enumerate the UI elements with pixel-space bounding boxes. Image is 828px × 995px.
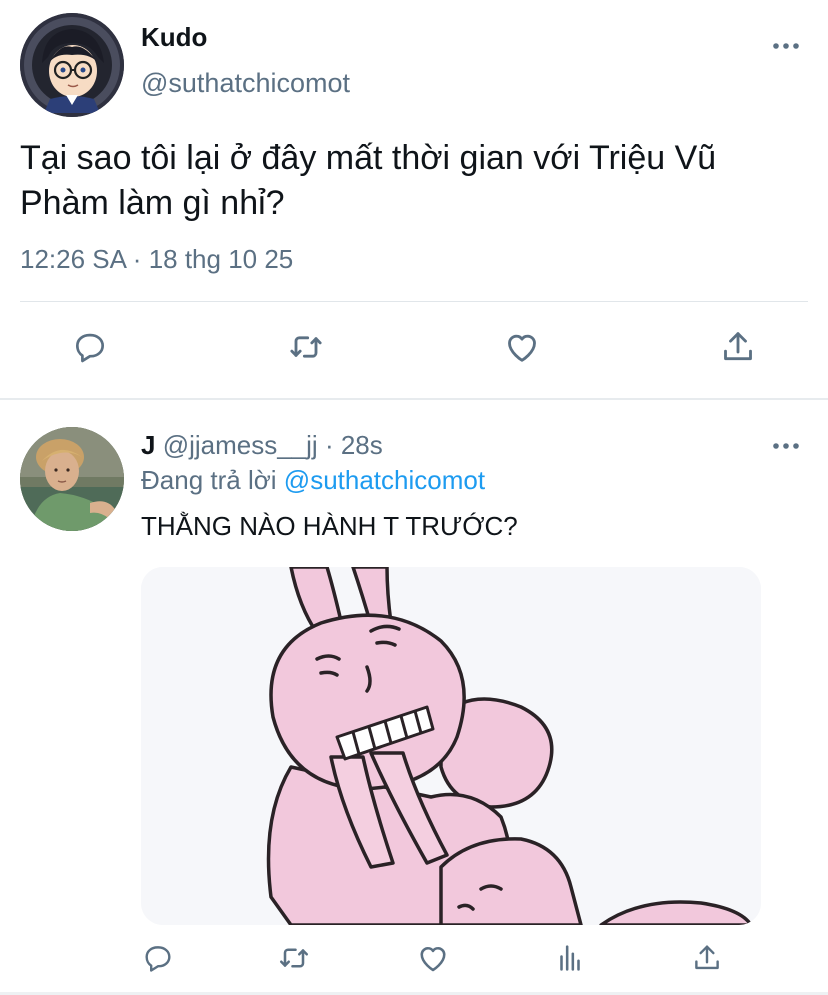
retweet-icon — [276, 940, 312, 981]
tweet-date: 18 thg 10 25 — [148, 244, 294, 274]
user-handle[interactable]: @jjamess__jj — [163, 430, 318, 460]
share-button[interactable] — [716, 327, 760, 371]
tweet-timestamp[interactable]: 12:26 SA · 18 thg 10 25 — [20, 244, 293, 275]
tweet-time: 12:26 SA — [20, 244, 126, 274]
reply-text: THẰNG NÀO HÀNH T TRƯỚC? — [141, 511, 518, 541]
more-options-icon[interactable] — [770, 30, 802, 62]
analytics-button[interactable] — [548, 938, 592, 982]
replying-to: Đang trả lời @suthatchicomot — [141, 465, 485, 496]
meta-separator: · — [132, 244, 142, 274]
tweet-age[interactable]: 28s — [341, 430, 383, 460]
avatar[interactable] — [20, 427, 124, 531]
divider — [20, 301, 808, 302]
avatar[interactable] — [20, 13, 124, 117]
display-name[interactable]: J — [141, 430, 155, 460]
reply-header: J @jjamess__jj · 28s — [141, 430, 383, 461]
retweet-button[interactable] — [272, 938, 316, 982]
tweet-text-line: Tại sao tôi lại ở đây mất thời gian với … — [20, 139, 717, 177]
meta-separator: · — [324, 430, 334, 460]
reply-tweet[interactable]: J @jjamess__jj · 28s Đang trả lời @sutha… — [0, 400, 828, 995]
reply-icon — [71, 328, 109, 371]
like-button[interactable] — [500, 327, 544, 371]
reply-button[interactable] — [68, 327, 112, 371]
tweet-text-line: Phàm làm gì nhỉ? — [20, 184, 285, 222]
reply-icon — [141, 941, 175, 980]
like-icon — [415, 940, 451, 981]
share-button[interactable] — [685, 938, 729, 982]
main-tweet: Kudo @suthatchicomot Tại sao tôi lại ở đ… — [0, 0, 828, 398]
media-image[interactable] — [141, 567, 761, 925]
share-icon — [718, 327, 758, 372]
analytics-icon — [553, 941, 587, 980]
replying-prefix: Đang trả lời — [141, 465, 277, 495]
like-icon — [502, 327, 542, 372]
tweet-text: Tại sao tôi lại ở đây mất thời gian với … — [20, 136, 810, 226]
user-handle[interactable]: @suthatchicomot — [141, 68, 350, 99]
retweet-icon — [286, 327, 326, 372]
reply-button[interactable] — [136, 938, 180, 982]
share-icon — [690, 941, 724, 980]
like-button[interactable] — [411, 938, 455, 982]
retweet-button[interactable] — [284, 327, 328, 371]
mention-link[interactable]: @suthatchicomot — [284, 465, 485, 495]
more-options-icon[interactable] — [770, 430, 802, 462]
display-name[interactable]: Kudo — [141, 22, 207, 53]
